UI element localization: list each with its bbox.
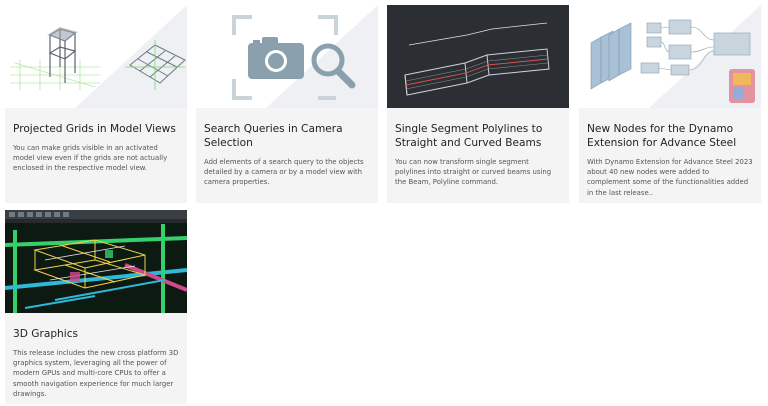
- card-title[interactable]: New Nodes for the Dynamo Extension for A…: [587, 122, 753, 150]
- card-description: You can now transform single segment pol…: [395, 158, 552, 187]
- feature-card-polyline-beams[interactable]: Single Segment Polylines to Straight and…: [387, 5, 569, 203]
- feature-card-3d-graphics[interactable]: 3D Graphics This release includes the ne…: [5, 210, 187, 404]
- card-thumbnail: [5, 5, 187, 108]
- card-description: You can make grids visible in an activat…: [13, 144, 168, 173]
- feature-card-projected-grids[interactable]: Projected Grids in Model Views You can m…: [5, 5, 187, 203]
- card-title[interactable]: 3D Graphics: [13, 327, 179, 341]
- camera-icon: [248, 37, 304, 79]
- card-thumbnail: [196, 5, 378, 108]
- card-thumbnail: [579, 5, 761, 108]
- feature-card-search-queries[interactable]: Search Queries in Camera Selection Add e…: [196, 5, 378, 203]
- card-description: This release includes the new cross plat…: [13, 349, 179, 398]
- card-title[interactable]: Search Queries in Camera Selection: [204, 122, 370, 150]
- card-title[interactable]: Projected Grids in Model Views: [13, 122, 179, 136]
- feature-card-dynamo-nodes[interactable]: New Nodes for the Dynamo Extension for A…: [579, 5, 761, 203]
- card-description: Add elements of a search query to the ob…: [204, 158, 364, 187]
- card-title[interactable]: Single Segment Polylines to Straight and…: [395, 122, 561, 150]
- card-thumbnail: [387, 5, 569, 108]
- card-thumbnail: [5, 210, 187, 313]
- card-description: With Dynamo Extension for Advance Steel …: [587, 158, 753, 197]
